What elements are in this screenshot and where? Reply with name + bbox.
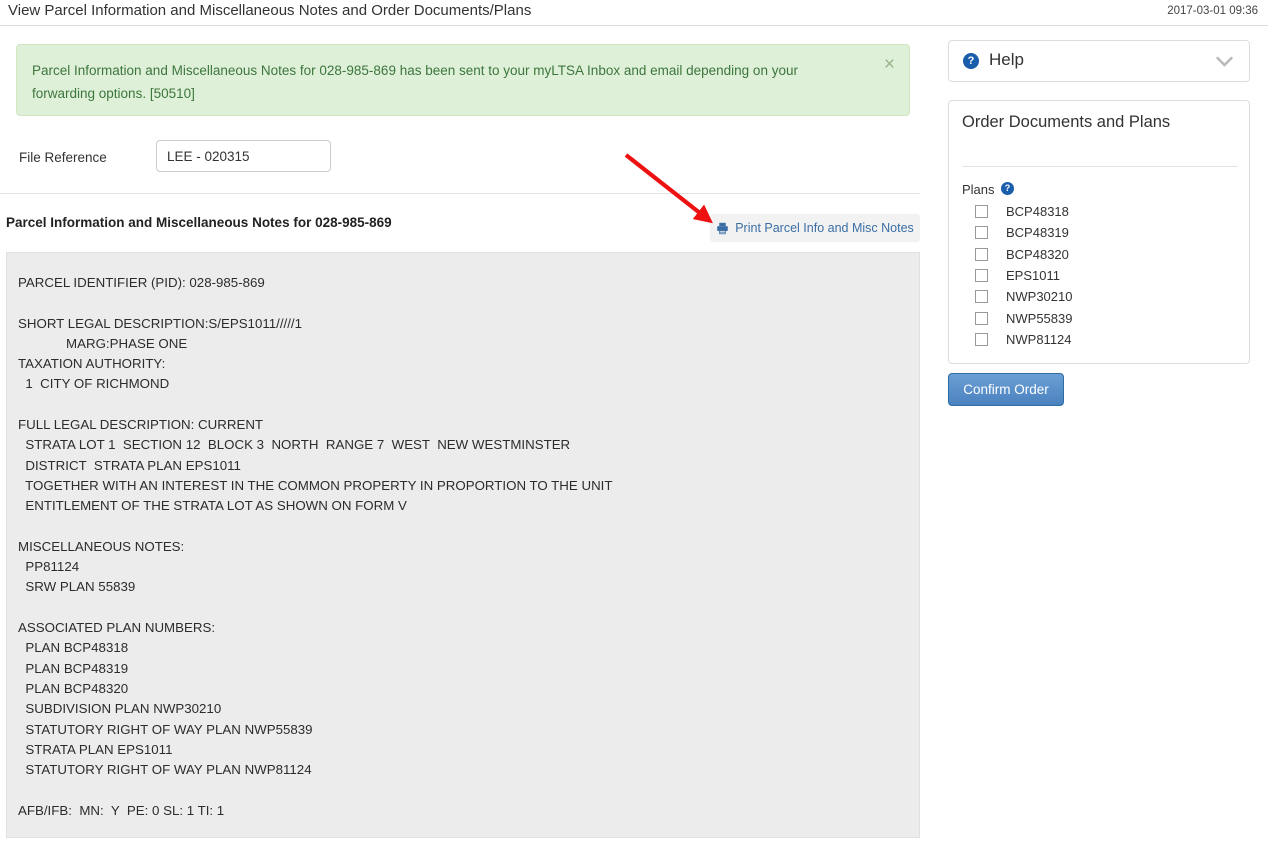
list-item[interactable]: BCP48318 [975,201,1225,222]
parcel-notes-text: PARCEL IDENTIFIER (PID): 028-985-869 SHO… [18,275,613,818]
help-panel-label: Help [989,50,1024,69]
plans-checkbox-list: BCP48318 BCP48319 BCP48320 EPS1011 NWP30… [975,201,1225,350]
right-sidebar: ? Help Order Documents and Plans Plans ?… [948,26,1252,843]
main-content-column: Parcel Information and Miscellaneous Not… [0,26,930,843]
plan-checkbox[interactable] [975,247,988,261]
plan-label: NWP81124 [1006,331,1072,347]
header-datetime: 2017-03-01 09:36 [1167,5,1258,17]
question-circle-icon: ? [963,53,979,69]
plan-label: BCP48318 [1006,204,1069,220]
order-documents-panel: Order Documents and Plans Plans ? BCP483… [948,100,1250,364]
order-panel-title: Order Documents and Plans [962,113,1171,131]
alert-message: Parcel Information and Miscellaneous Not… [32,63,798,101]
print-button-label: Print Parcel Info and Misc Notes [735,221,914,235]
list-item[interactable]: BCP48319 [975,222,1225,243]
file-reference-input[interactable] [156,140,331,172]
list-item[interactable]: EPS1011 [975,265,1225,286]
plan-checkbox[interactable] [975,311,988,325]
plan-label: NWP55839 [1006,310,1073,326]
success-alert: Parcel Information and Miscellaneous Not… [16,44,910,116]
printer-icon [716,222,729,235]
plan-label: EPS1011 [1006,268,1060,284]
list-item[interactable]: NWP81124 [975,329,1225,350]
confirm-order-button[interactable]: Confirm Order [948,373,1064,406]
list-item[interactable]: NWP55839 [975,307,1225,328]
parcel-section-heading: Parcel Information and Miscellaneous Not… [6,215,392,230]
app-header-bar: View Parcel Information and Miscellaneou… [0,0,1268,26]
plan-label: BCP48319 [1006,225,1069,241]
file-reference-row: File Reference [0,134,920,184]
list-item[interactable]: NWP30210 [975,286,1225,307]
file-reference-label: File Reference [19,150,107,165]
print-parcel-info-button[interactable]: Print Parcel Info and Misc Notes [710,214,920,242]
help-panel-toggle[interactable]: ? Help [948,40,1250,82]
plan-checkbox[interactable] [975,205,988,219]
close-icon[interactable]: × [884,55,895,74]
parcel-notes-panel: PARCEL IDENTIFIER (PID): 028-985-869 SHO… [6,252,920,838]
plan-checkbox[interactable] [975,269,988,283]
chevron-down-icon[interactable] [1216,54,1233,72]
list-item[interactable]: BCP48320 [975,244,1225,265]
plan-label: NWP30210 [1006,289,1073,305]
plan-label: BCP48320 [1006,246,1069,262]
section-divider [0,193,920,194]
plans-label: Plans [962,182,995,197]
plan-checkbox[interactable] [975,290,988,304]
plan-checkbox[interactable] [975,226,988,240]
order-panel-rule [962,166,1238,167]
question-circle-icon[interactable]: ? [1001,182,1014,195]
page-title: View Parcel Information and Miscellaneou… [8,2,532,19]
plan-checkbox[interactable] [975,332,988,346]
